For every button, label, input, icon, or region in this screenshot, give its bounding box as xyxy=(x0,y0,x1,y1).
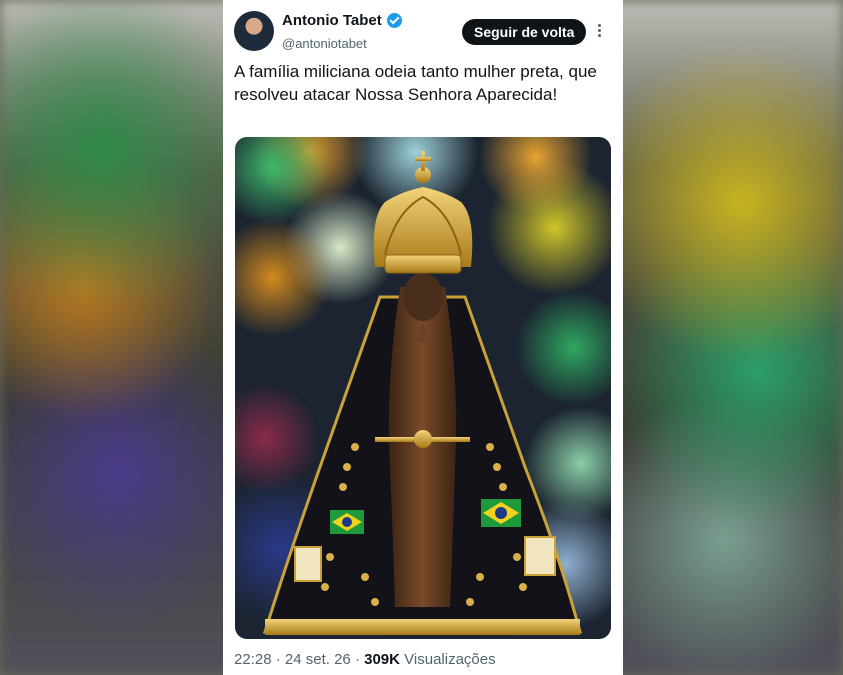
views-count: 309K xyxy=(364,651,400,668)
tweet-meta: 22:28 · 24 set. 26 · 309K Visualizações xyxy=(234,651,496,668)
more-vertical-icon[interactable] xyxy=(598,24,602,38)
avatar[interactable] xyxy=(234,11,274,51)
meta-separator: · xyxy=(354,651,360,668)
follow-back-button[interactable]: Seguir de volta xyxy=(462,19,587,45)
verified-badge-icon xyxy=(386,13,402,28)
author-handle[interactable]: @antoniotabet xyxy=(282,36,367,51)
author-name[interactable]: Antonio Tabet xyxy=(282,12,382,29)
author-row: Antonio Tabet xyxy=(282,12,402,29)
meta-separator: · xyxy=(275,651,281,668)
tweet-date[interactable]: 24 set. 26 xyxy=(285,651,351,668)
statue-illustration xyxy=(262,151,582,635)
tweet-text: A família miliciana odeia tanto mulher p… xyxy=(234,62,597,104)
tweet-time[interactable]: 22:28 xyxy=(234,651,272,668)
views-label: Visualizações xyxy=(404,651,496,668)
tweet-card: Antonio Tabet @antoniotabet Seguir de vo… xyxy=(223,0,623,675)
tweet-image[interactable] xyxy=(235,137,611,639)
